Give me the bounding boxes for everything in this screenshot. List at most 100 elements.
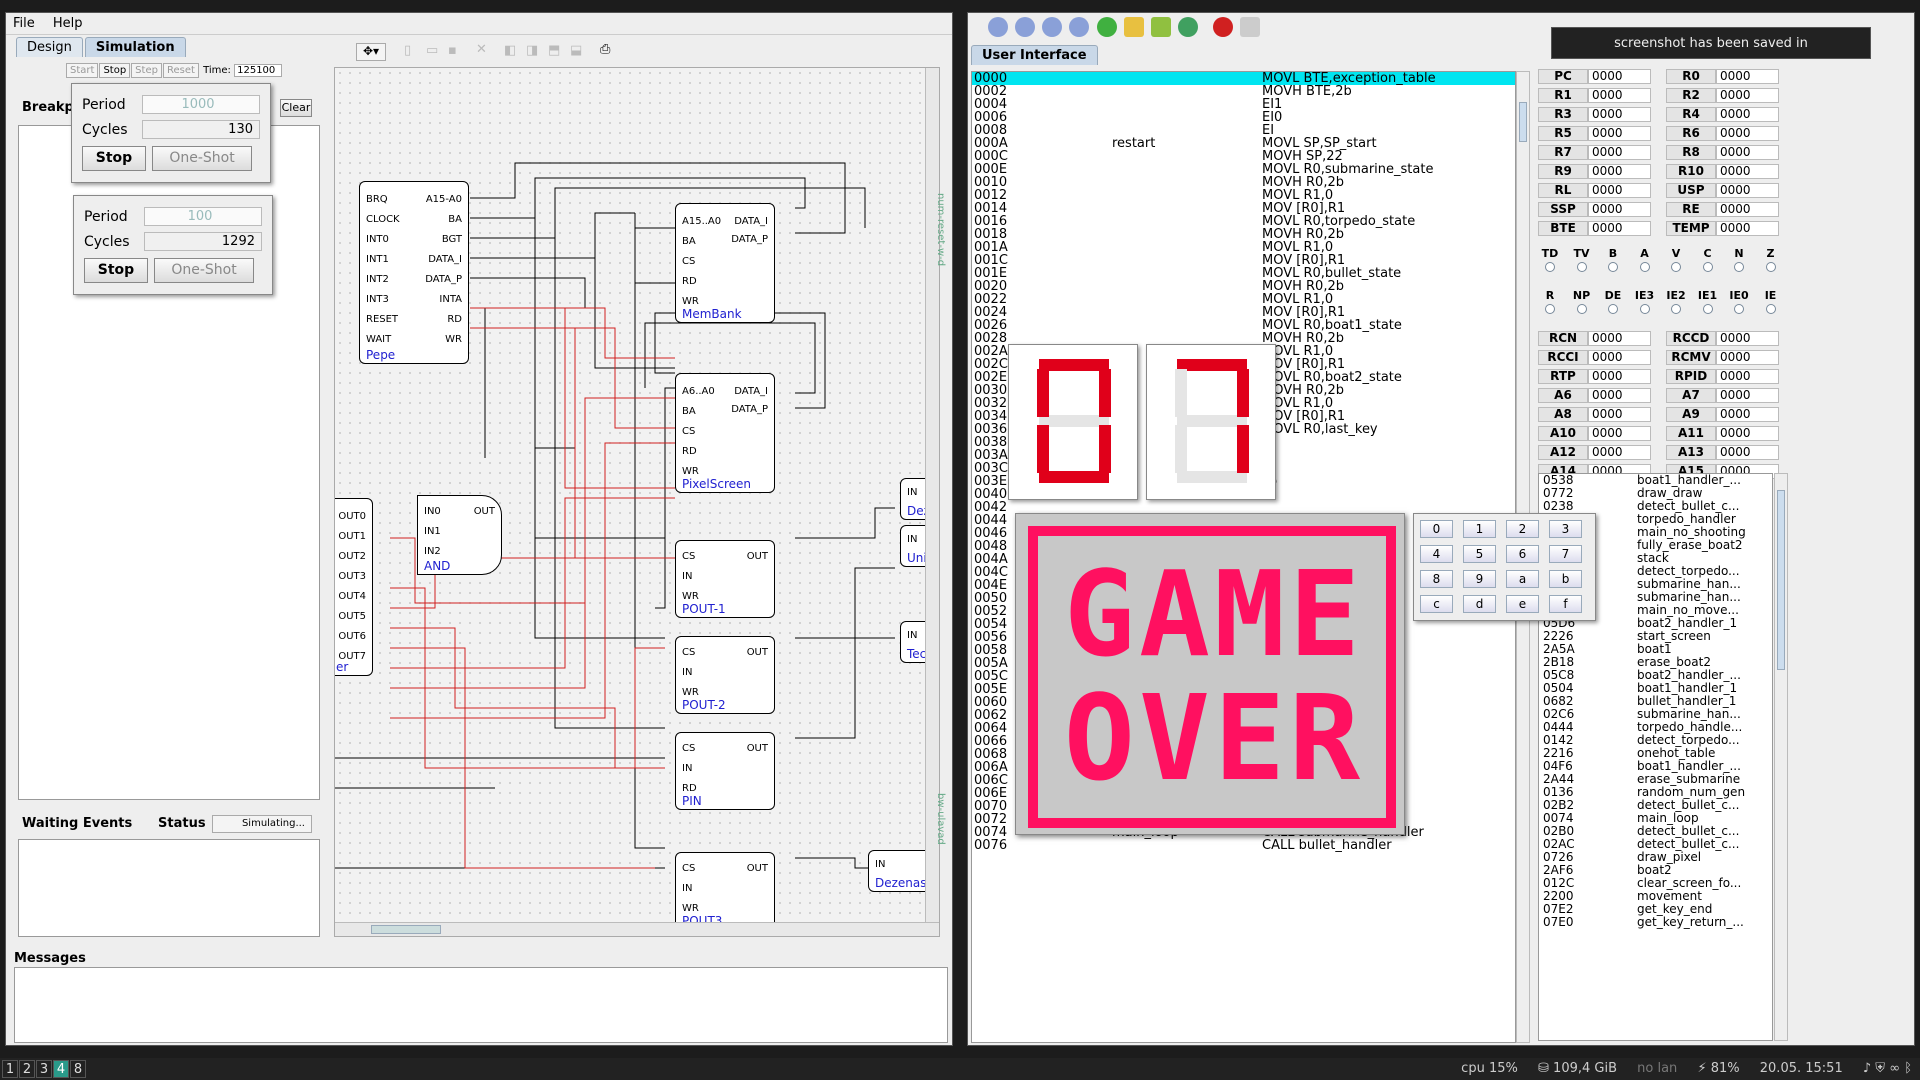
listing-row[interactable]: 001C MOV [R0],R1 <box>972 254 1515 267</box>
symbol-row[interactable]: 012C clear_screen_fo... <box>1539 877 1772 890</box>
listing-row[interactable]: 001A MOVL R1,0 <box>972 241 1515 254</box>
breakpoint-icon[interactable] <box>1213 17 1234 37</box>
workspace-1[interactable]: 1 <box>2 1060 18 1078</box>
flag-de[interactable]: DE <box>1601 289 1625 316</box>
and-gate[interactable]: IN0 IN1 IN2 OUT AND <box>417 495 502 575</box>
flag-np[interactable]: NP <box>1570 289 1594 316</box>
keypad-key-b[interactable]: b <box>1549 570 1582 588</box>
listing-row[interactable]: 0008 EI <box>972 124 1515 137</box>
listing-row[interactable]: 000C MOVH SP,22 <box>972 150 1515 163</box>
keypad-key-d[interactable]: d <box>1463 595 1496 613</box>
membank-component[interactable]: A15..A0 BA CS RD WR DATA_I DATA_P MemBan… <box>675 203 775 323</box>
listing-row[interactable]: 0018 MOVH R0,2b <box>972 228 1515 241</box>
flag-ie1[interactable]: IE1 <box>1696 289 1720 316</box>
listing-row[interactable]: 000E MOVL R0,submarine_state <box>972 163 1515 176</box>
tab-user-interface[interactable]: User Interface <box>971 45 1098 65</box>
register-value[interactable]: 0000 <box>1588 426 1651 441</box>
workspace-8[interactable]: 8 <box>70 1060 86 1078</box>
register-value[interactable]: 0000 <box>1716 69 1779 84</box>
tab-design[interactable]: Design <box>16 37 83 57</box>
outputs-component[interactable]: OUT0 OUT1 OUT2 OUT3 OUT4 OUT5 OUT6 OUT7 … <box>335 498 373 676</box>
clock-stop-button[interactable]: Stop <box>84 258 148 283</box>
align-left-icon[interactable]: ◧ <box>504 43 516 58</box>
keypad-key-2[interactable]: 2 <box>1506 520 1539 538</box>
pout2-component[interactable]: CS IN WR OUT POUT-2 <box>675 636 775 714</box>
circuit-canvas[interactable]: BRQ CLOCK INT0 INT1 INT2 INT3 RESET WAIT… <box>334 67 940 937</box>
register-value[interactable]: 0000 <box>1588 388 1651 403</box>
stop-button[interactable]: Stop <box>99 63 131 78</box>
register-value[interactable]: 0000 <box>1716 426 1779 441</box>
register-value[interactable]: 0000 <box>1588 407 1651 422</box>
keypad-key-8[interactable]: 8 <box>1420 570 1453 588</box>
symbol-row[interactable]: 05C8 boat2_handler_... <box>1539 669 1772 682</box>
register-value[interactable]: 0000 <box>1716 88 1779 103</box>
listing-row[interactable]: 0022 MOVL R1,0 <box>972 293 1515 306</box>
keypad-key-f[interactable]: f <box>1549 595 1582 613</box>
listing-row[interactable]: 001E MOVL R0,bullet_state <box>972 267 1515 280</box>
keypad-key-9[interactable]: 9 <box>1463 570 1496 588</box>
register-value[interactable]: 0000 <box>1716 445 1779 460</box>
refresh-icon[interactable] <box>1177 17 1198 37</box>
symbol-row[interactable]: 0504 boat1_handler_1 <box>1539 682 1772 695</box>
symbol-row[interactable]: 0726 draw_pixel <box>1539 851 1772 864</box>
pout1-component[interactable]: CS IN WR OUT POUT-1 <box>675 540 775 618</box>
step-button[interactable]: Step <box>131 63 162 78</box>
listing-row[interactable]: 0014 MOV [R0],R1 <box>972 202 1515 215</box>
keypad-key-6[interactable]: 6 <box>1506 545 1539 563</box>
listing-row[interactable]: 0000 MOVL BTE,exception_table <box>972 72 1515 85</box>
open-icon[interactable]: ▭ <box>426 43 438 58</box>
period-input[interactable]: 1000 <box>142 95 260 114</box>
flag-r[interactable]: R <box>1538 289 1562 316</box>
listing-row[interactable]: 0016 MOVL R0,torpedo_state <box>972 215 1515 228</box>
symbol-row[interactable]: 0444 torpedo_handle... <box>1539 721 1772 734</box>
symbol-row[interactable]: 0538 boat1_handler_... <box>1539 474 1772 487</box>
flag-ie2[interactable]: IE2 <box>1664 289 1688 316</box>
link-icon[interactable]: ∞ <box>1889 1061 1900 1076</box>
listing-row[interactable]: 0026 MOVL R0,boat1_state <box>972 319 1515 332</box>
flag-ie3[interactable]: IE3 <box>1633 289 1657 316</box>
register-value[interactable]: 0000 <box>1588 221 1651 236</box>
align-right-icon[interactable]: ◨ <box>526 43 538 58</box>
keypad-key-1[interactable]: 1 <box>1463 520 1496 538</box>
register-value[interactable]: 0000 <box>1588 164 1651 179</box>
keypad-key-a[interactable]: a <box>1506 570 1539 588</box>
pin-component[interactable]: CS IN RD OUT PIN <box>675 732 775 810</box>
symbol-row[interactable]: 2A44 erase_submarine <box>1539 773 1772 786</box>
period-input[interactable]: 100 <box>144 207 262 226</box>
select-tool-icon[interactable]: ✥▾ <box>356 43 386 61</box>
symbol-row[interactable]: 02AC detect_bullet_c... <box>1539 838 1772 851</box>
flag-tv[interactable]: TV <box>1570 247 1594 274</box>
flag-c[interactable]: C <box>1696 247 1720 274</box>
align-top-icon[interactable]: ⬒ <box>548 43 560 58</box>
register-value[interactable]: 0000 <box>1588 202 1651 217</box>
canvas-hscrollbar[interactable] <box>335 922 939 936</box>
flag-b[interactable]: B <box>1601 247 1625 274</box>
workspace-3[interactable]: 3 <box>36 1060 52 1078</box>
start-button[interactable]: Start <box>66 63 99 78</box>
listing-row[interactable]: 0006 EI0 <box>972 111 1515 124</box>
menu-help[interactable]: Help <box>46 13 90 34</box>
step-icon[interactable] <box>1069 17 1090 37</box>
hscroll-thumb[interactable] <box>371 925 441 934</box>
register-value[interactable]: 0000 <box>1588 350 1651 365</box>
keypad-key-3[interactable]: 3 <box>1549 520 1582 538</box>
listing-row[interactable]: 0004 EI1 <box>972 98 1515 111</box>
flag-n[interactable]: N <box>1727 247 1751 274</box>
symbol-row[interactable]: 0142 detect_torpedo... <box>1539 734 1772 747</box>
keypad-key-4[interactable]: 4 <box>1420 545 1453 563</box>
register-value[interactable]: 0000 <box>1588 107 1651 122</box>
listing-row[interactable]: 0010 MOVH R0,2b <box>972 176 1515 189</box>
keypad-key-c[interactable]: c <box>1420 595 1453 613</box>
register-value[interactable]: 0000 <box>1716 183 1779 198</box>
register-value[interactable]: 0000 <box>1588 183 1651 198</box>
listing-row[interactable]: 0020 MOVH R0,2b <box>972 280 1515 293</box>
pixelscreen-component[interactable]: A6..A0 BA CS RD WR DATA_I DATA_P PixelSc… <box>675 373 775 493</box>
folder-icon[interactable] <box>1123 17 1144 37</box>
register-value[interactable]: 0000 <box>1716 164 1779 179</box>
run-icon[interactable] <box>988 17 1008 37</box>
menu-file[interactable]: File <box>6 13 42 34</box>
symbol-row[interactable]: 07E2 get_key_end <box>1539 903 1772 916</box>
listing-row[interactable]: 0024 MOV [R0],R1 <box>972 306 1515 319</box>
symbol-row[interactable]: 02B2 detect_bullet_c... <box>1539 799 1772 812</box>
listing-scroll-thumb[interactable] <box>1519 102 1527 142</box>
